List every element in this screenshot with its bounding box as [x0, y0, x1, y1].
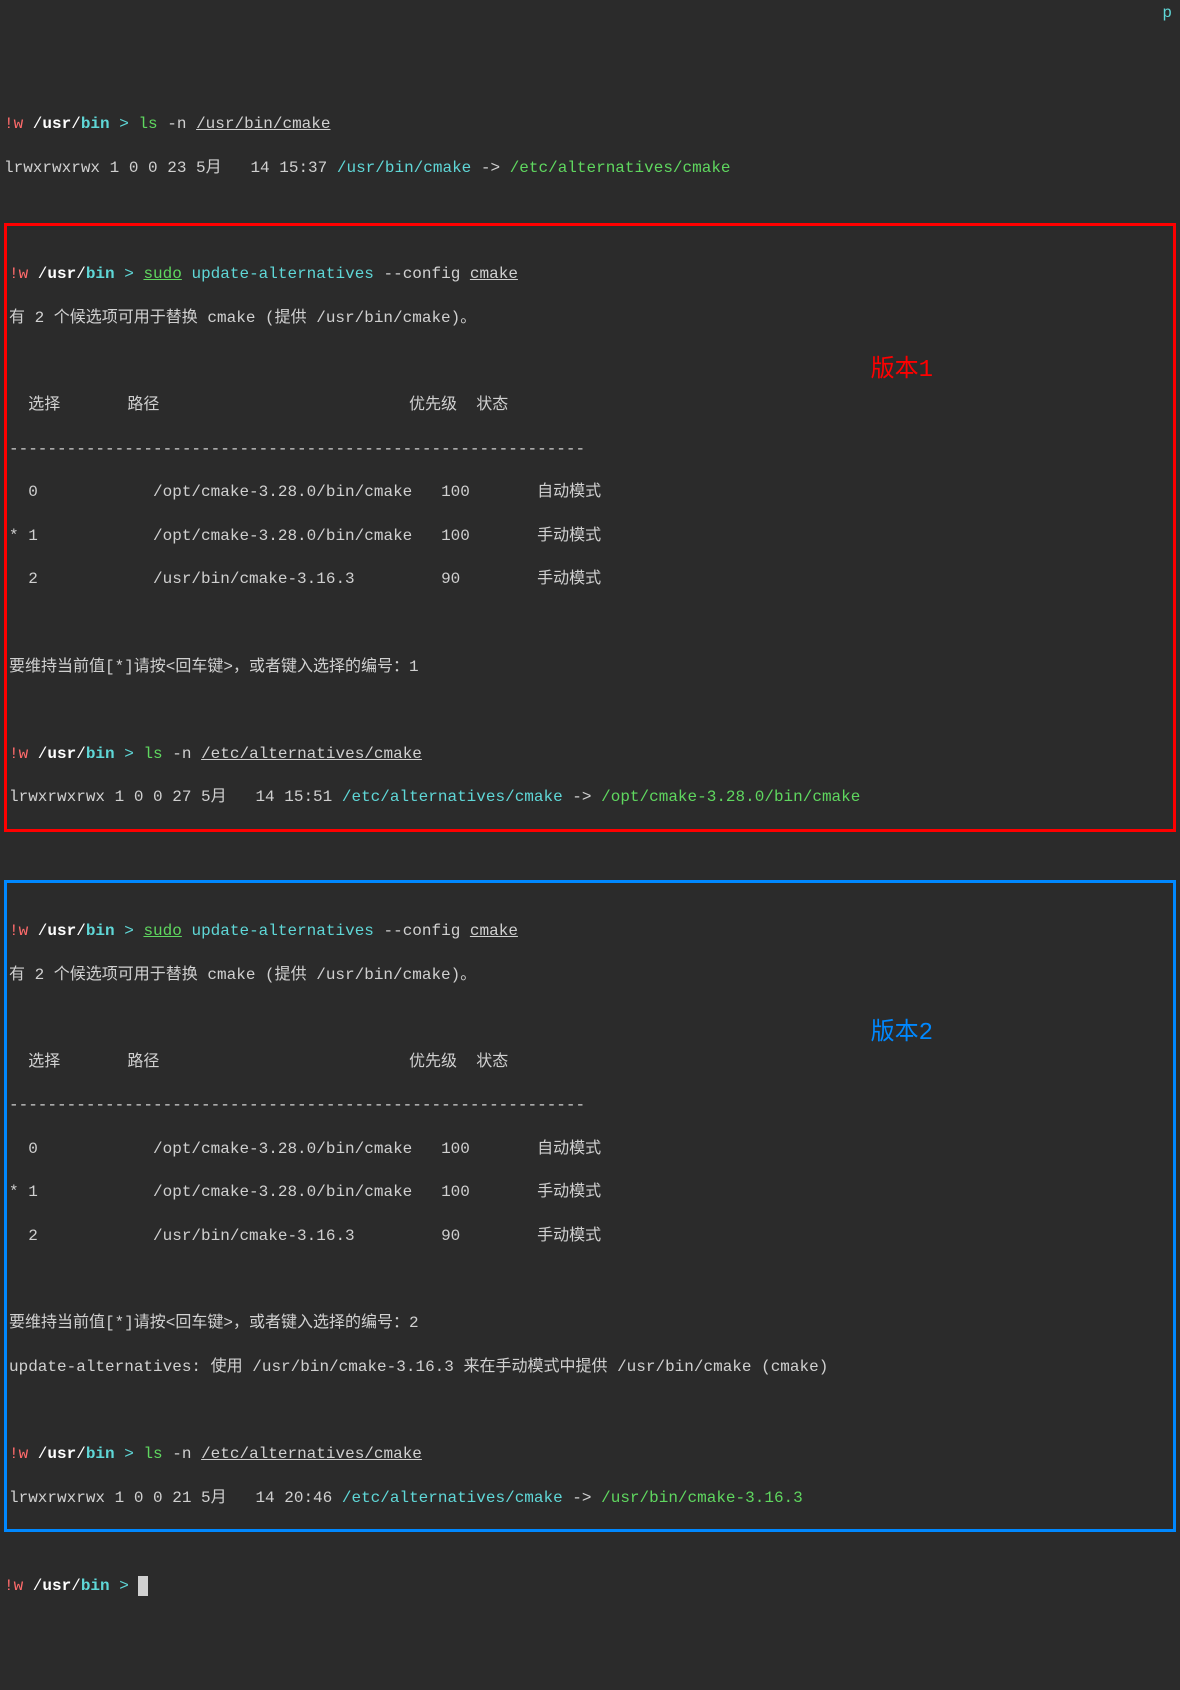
- top-indicator: p: [1162, 4, 1172, 22]
- ls-output: lrwxrwxrwx 1 0 0 21 5月 14 20:46 /etc/alt…: [9, 1486, 1171, 1512]
- ls-command: ls: [143, 1445, 162, 1463]
- symlink-source: /usr/bin/cmake: [337, 159, 471, 177]
- ls-command: ls: [138, 115, 157, 133]
- table-row: 2 /usr/bin/cmake-3.16.3 90 手动模式: [9, 1224, 1171, 1250]
- version-2-label: 版本2: [871, 1011, 933, 1047]
- symlink-target: /usr/bin/cmake-3.16.3: [601, 1489, 803, 1507]
- table-divider: ----------------------------------------…: [9, 1093, 1171, 1119]
- selection-prompt: 要维持当前值[*]请按<回车键>，或者键入选择的编号：2: [9, 1311, 1171, 1337]
- update-alternatives-command: update-alternatives: [182, 265, 374, 283]
- prompt-bang: !w: [4, 115, 23, 133]
- sudo-command: sudo: [143, 922, 181, 940]
- table-header: 选择 路径 优先级 状态: [9, 393, 1171, 419]
- version-2-box: 版本2 !w /usr/bin > sudo update-alternativ…: [4, 880, 1176, 1532]
- sudo-command: sudo: [143, 265, 181, 283]
- alternatives-desc: 有 2 个候选项可用于替换 cmake (提供 /usr/bin/cmake)。: [9, 963, 1171, 989]
- table-header: 选择 路径 优先级 状态: [9, 1050, 1171, 1076]
- ls-output: lrwxrwxrwx 1 0 0 27 5月 14 15:51 /etc/alt…: [9, 785, 1171, 811]
- terminal-line: !w /usr/bin > ls -n /etc/alternatives/cm…: [9, 1442, 1171, 1468]
- alternatives-desc: 有 2 个候选项可用于替换 cmake (提供 /usr/bin/cmake)。: [9, 306, 1171, 332]
- terminal-line: !w /usr/bin > sudo update-alternatives -…: [9, 262, 1171, 288]
- table-row: 2 /usr/bin/cmake-3.16.3 90 手动模式: [9, 567, 1171, 593]
- terminal-prompt-current[interactable]: !w /usr/bin >: [4, 1574, 1176, 1600]
- version-1-box: 版本1 !w /usr/bin > sudo update-alternativ…: [4, 223, 1176, 832]
- update-message: update-alternatives: 使用 /usr/bin/cmake-3…: [9, 1355, 1171, 1381]
- cursor-icon: [138, 1576, 148, 1596]
- config-arg: cmake: [470, 922, 518, 940]
- selection-prompt: 要维持当前值[*]请按<回车键>，或者键入选择的编号：1: [9, 655, 1171, 681]
- ls-command: ls: [143, 745, 162, 763]
- symlink-target: /etc/alternatives/cmake: [510, 159, 731, 177]
- version-1-label: 版本1: [871, 348, 933, 384]
- table-row: * 1 /opt/cmake-3.28.0/bin/cmake 100 手动模式: [9, 1180, 1171, 1206]
- config-arg: cmake: [470, 265, 518, 283]
- ls-output: lrwxrwxrwx 1 0 0 23 5月 14 15:37 /usr/bin…: [4, 156, 1176, 182]
- ls-path-arg: /usr/bin/cmake: [196, 115, 330, 133]
- table-divider: ----------------------------------------…: [9, 437, 1171, 463]
- table-row: 0 /opt/cmake-3.28.0/bin/cmake 100 自动模式: [9, 1137, 1171, 1163]
- symlink-source: /etc/alternatives/cmake: [342, 788, 563, 806]
- symlink-source: /etc/alternatives/cmake: [342, 1489, 563, 1507]
- symlink-target: /opt/cmake-3.28.0/bin/cmake: [601, 788, 860, 806]
- terminal-line: !w /usr/bin > ls -n /etc/alternatives/cm…: [9, 742, 1171, 768]
- table-row: * 1 /opt/cmake-3.28.0/bin/cmake 100 手动模式: [9, 524, 1171, 550]
- update-alternatives-command: update-alternatives: [182, 922, 374, 940]
- table-row: 0 /opt/cmake-3.28.0/bin/cmake 100 自动模式: [9, 480, 1171, 506]
- terminal-line: !w /usr/bin > sudo update-alternatives -…: [9, 919, 1171, 945]
- terminal-line: !w /usr/bin > ls -n /usr/bin/cmake: [4, 112, 1176, 138]
